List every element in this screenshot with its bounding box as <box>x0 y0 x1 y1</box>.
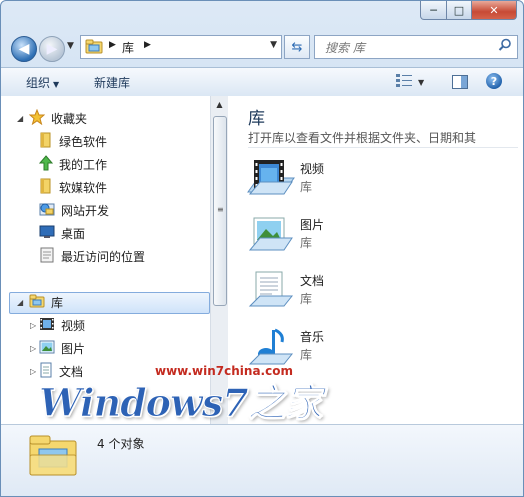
search-input[interactable]: 搜索 库 <box>325 39 365 56</box>
scroll-up-icon[interactable]: ▲ <box>211 96 228 113</box>
grip-icon: ≡ <box>217 205 224 214</box>
video-icon <box>39 317 55 334</box>
page-title: 库 <box>248 109 265 129</box>
sidebar-item-recent-places[interactable]: 最近访问的位置 <box>39 246 145 266</box>
breadcrumb-chevron-icon[interactable]: ▶ <box>144 40 151 50</box>
sidebar-item-label: 软媒软件 <box>59 180 108 195</box>
close-button[interactable]: ✕ <box>472 1 517 20</box>
sidebar-item-label: 桌面 <box>61 226 86 241</box>
library-icon <box>85 39 103 57</box>
sidebar-item-label: 库 <box>51 295 64 310</box>
library-name: 音乐 <box>300 330 325 344</box>
library-type: 库 <box>300 348 313 362</box>
divider <box>248 147 518 148</box>
library-description: 打开库以查看文件并根据文件夹、日期和其 <box>248 131 477 145</box>
search-icon <box>498 38 512 55</box>
folder-icon <box>39 132 53 151</box>
breadcrumb-libraries[interactable]: 库 <box>122 39 134 56</box>
explorer-window: ─ □ ✕ ◀ ▶ ▼ ▶ 库 ▶ ▼ ⇆ 搜索 库 组织 ▼ 新建库 ▼ ? … <box>0 0 524 497</box>
expand-icon[interactable]: ▷ <box>30 344 36 353</box>
collapse-icon[interactable]: ◢ <box>17 298 23 307</box>
help-icon: ? <box>490 74 498 88</box>
recent-pages-dropdown[interactable]: ▼ <box>67 41 74 51</box>
preview-pane-button[interactable] <box>452 75 468 92</box>
view-icon <box>396 74 412 90</box>
scroll-thumb[interactable]: ≡ <box>213 116 227 306</box>
recent-icon <box>39 247 55 266</box>
view-dropdown-icon: ▼ <box>418 77 425 87</box>
caption-buttons: ─ □ ✕ <box>420 1 517 20</box>
sidebar-item-label: 网站开发 <box>61 203 110 218</box>
library-name: 图片 <box>300 218 325 232</box>
pictures-icon <box>39 340 55 357</box>
sidebar-item-my-work[interactable]: 我的工作 <box>38 154 108 174</box>
chevron-down-icon: ▼ <box>53 80 60 89</box>
video-library-icon <box>246 158 296 207</box>
library-icon <box>28 433 78 480</box>
sidebar-item-label: 图片 <box>61 341 86 356</box>
preview-pane-icon <box>452 75 468 92</box>
address-bar[interactable]: ▶ 库 ▶ ▼ <box>80 35 282 59</box>
sidebar-item-libraries[interactable]: 库 <box>29 292 63 312</box>
sidebar-item-label: 绿色软件 <box>59 134 108 149</box>
back-button[interactable]: ◀ <box>11 36 37 62</box>
help-button[interactable]: ? <box>486 73 502 89</box>
command-bar: 组织 ▼ 新建库 ▼ ? <box>1 67 523 97</box>
sidebar-item-label: 我的工作 <box>59 157 108 172</box>
organize-button[interactable]: 组织 ▼ <box>26 74 59 91</box>
organize-label: 组织 <box>26 76 51 90</box>
refresh-button[interactable]: ⇆ <box>284 35 310 59</box>
library-item-videos[interactable]: 视频 库 <box>246 158 506 206</box>
documents-library-icon <box>246 270 296 319</box>
expand-icon[interactable]: ▷ <box>30 367 36 376</box>
library-item-pictures[interactable]: 图片 库 <box>246 214 506 262</box>
sidebar-item-desktop[interactable]: 桌面 <box>39 223 85 243</box>
forward-button[interactable]: ▶ <box>39 36 65 62</box>
sidebar-item-web-dev[interactable]: 网站开发 <box>39 200 109 220</box>
breadcrumb-chevron-icon[interactable]: ▶ <box>109 40 116 50</box>
sidebar-item-ruanmei-software[interactable]: 软媒软件 <box>39 177 107 197</box>
library-type: 库 <box>300 236 313 250</box>
refresh-icon: ⇆ <box>291 39 303 55</box>
sidebar-item-label: 收藏夹 <box>51 111 88 126</box>
library-type: 库 <box>300 180 313 194</box>
change-view-button[interactable]: ▼ <box>396 74 424 90</box>
web-icon <box>39 201 55 220</box>
new-library-button[interactable]: 新建库 <box>94 74 130 91</box>
library-item-documents[interactable]: 文档 库 <box>246 270 506 318</box>
folder-icon <box>39 178 53 197</box>
address-dropdown-icon[interactable]: ▼ <box>270 40 277 50</box>
watermark-logo: Windows7之家 <box>39 380 324 426</box>
library-type: 库 <box>300 292 313 306</box>
item-count: 4 个对象 <box>97 437 145 451</box>
library-name: 视频 <box>300 162 325 176</box>
details-pane: 4 个对象 <box>1 424 523 496</box>
library-name: 文档 <box>300 274 325 288</box>
pictures-library-icon <box>246 214 296 263</box>
expand-icon[interactable]: ▷ <box>30 321 36 330</box>
star-icon <box>28 108 46 128</box>
green-arrow-icon <box>38 154 54 174</box>
sidebar-item-videos[interactable]: 视频 <box>39 315 85 335</box>
library-icon <box>29 294 45 311</box>
desktop-icon <box>39 225 55 242</box>
maximize-button[interactable]: □ <box>447 1 472 20</box>
minimize-button[interactable]: ─ <box>420 1 447 20</box>
sidebar-item-pictures[interactable]: 图片 <box>39 338 85 358</box>
sidebar-item-label: 最近访问的位置 <box>61 249 146 264</box>
search-box[interactable]: 搜索 库 <box>314 35 518 59</box>
sidebar-item-favorites[interactable]: 收藏夹 <box>28 108 88 128</box>
collapse-icon[interactable]: ◢ <box>17 114 23 123</box>
sidebar-item-green-software[interactable]: 绿色软件 <box>39 131 107 151</box>
sidebar-item-label: 视频 <box>61 318 86 333</box>
